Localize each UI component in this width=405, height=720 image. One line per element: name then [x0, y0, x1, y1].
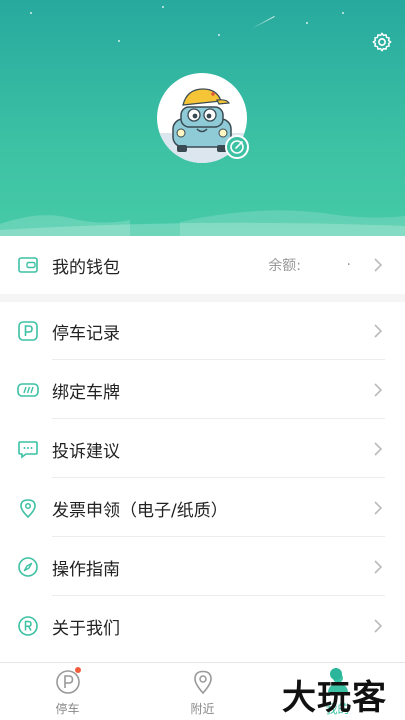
wallet-label: 我的钱包	[52, 257, 120, 278]
chevron-right-icon	[374, 619, 383, 633]
parking-icon	[18, 321, 38, 341]
info-r-icon	[18, 616, 38, 636]
chat-bubble-icon	[18, 441, 38, 459]
balance-label: 余额:	[268, 258, 301, 274]
menu-item-parking-records[interactable]: 停车记录	[0, 302, 405, 360]
balance-value: ·	[346, 257, 351, 273]
divider	[52, 477, 385, 478]
compass-icon	[18, 557, 38, 577]
tab-label: 停车	[55, 702, 80, 716]
notification-dot	[75, 667, 81, 673]
star-decoration	[306, 22, 308, 24]
menu-item-bind-plate[interactable]: 绑定车牌	[0, 361, 405, 419]
star-decoration	[118, 40, 120, 42]
wallet-row[interactable]: 我的钱包 余额: ·	[0, 236, 405, 294]
chevron-right-icon	[374, 258, 383, 272]
gear-icon[interactable]	[371, 31, 393, 53]
location-pin-icon	[20, 499, 36, 519]
hills-decoration	[0, 210, 405, 236]
profile-header	[0, 0, 405, 236]
tab-nearby[interactable]: 附近	[135, 663, 270, 720]
chevron-right-icon	[374, 442, 383, 456]
menu-item-label: 绑定车牌	[52, 382, 120, 403]
chevron-right-icon	[374, 501, 383, 515]
menu-item-label: 投诉建议	[52, 441, 120, 462]
location-tab-icon	[194, 670, 212, 695]
divider	[52, 418, 385, 419]
license-plate-icon	[17, 383, 39, 397]
menu-item-invoice[interactable]: 发票申领（电子/纸质）	[0, 479, 405, 537]
edit-icon	[230, 140, 244, 154]
wallet-card: 我的钱包 余额: ·	[0, 236, 405, 294]
menu-item-label: 操作指南	[52, 559, 120, 580]
menu-item-label: 关于我们	[52, 618, 120, 639]
menu-item-label: 停车记录	[52, 323, 120, 344]
menu-item-complaints[interactable]: 投诉建议	[0, 420, 405, 478]
menu-item-guide[interactable]: 操作指南	[0, 538, 405, 596]
chevron-right-icon	[374, 383, 383, 397]
chevron-right-icon	[374, 324, 383, 338]
star-decoration	[162, 6, 164, 8]
menu-item-about[interactable]: 关于我们	[0, 597, 405, 655]
divider	[52, 595, 385, 596]
edit-avatar-button[interactable]	[225, 135, 249, 159]
shooting-star-decoration	[251, 15, 275, 30]
divider	[52, 536, 385, 537]
star-decoration	[218, 34, 220, 36]
tab-parking[interactable]: 停车	[0, 663, 135, 720]
menu-card: 停车记录 绑定车牌 投诉建议 发票申领（电子/纸质） 操作指南 关于我们	[0, 302, 405, 662]
divider	[52, 359, 385, 360]
tab-label: 附近	[190, 702, 215, 716]
chevron-right-icon	[374, 560, 383, 574]
wallet-icon	[18, 257, 38, 273]
star-decoration	[30, 12, 32, 14]
watermark-logo: 大玩客	[282, 678, 387, 718]
menu-item-label: 发票申领（电子/纸质）	[52, 500, 228, 521]
star-decoration	[342, 12, 344, 14]
